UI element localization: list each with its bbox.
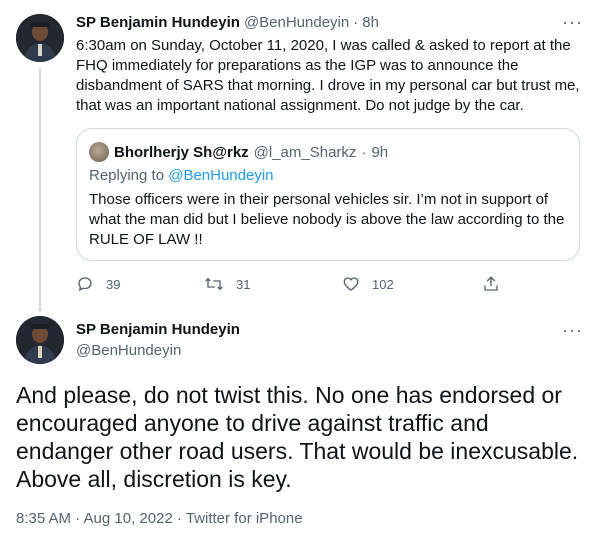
author-handle[interactable]: @BenHundeyin [76,342,181,359]
quote-author-handle: @l_am_Sharkz [253,143,357,161]
tweet-text: 6:30am on Sunday, October 11, 2020, I wa… [76,37,584,114]
avatar[interactable] [16,14,64,62]
quote-time: 9h [371,143,389,161]
tweet-timestamp[interactable]: 8:35 AM · Aug 10, 2022 · Twitter for iPh… [16,510,303,527]
tweet1-header: SP Benjamin Hundeyin @BenHundeyin · 8h [76,14,379,31]
avatar[interactable] [16,316,64,364]
tweet-time[interactable]: 8h [362,14,379,31]
author-handle[interactable]: @BenHundeyin [244,14,349,31]
quote-header: Bhorlherjy Sh@rkz @l_am_Sharkz · 9h [89,142,388,162]
more-icon[interactable]: ··· [562,320,583,341]
retweet-icon [205,277,223,291]
thread-connector-line [39,68,41,311]
share-icon [484,276,498,291]
like-count: 102 [372,276,394,292]
like-button[interactable]: 102 [342,275,394,293]
quote-avatar [89,142,109,162]
retweet-button[interactable]: 31 [204,275,250,293]
reply-icon [78,277,92,292]
separator-dot: · [353,14,359,31]
separator-dot: · [361,143,367,161]
author-name[interactable]: SP Benjamin Hundeyin [76,14,240,31]
replying-handle[interactable]: @BenHundeyin [168,167,273,184]
quote-text: Those officers were in their personal ve… [89,191,569,248]
share-button[interactable] [482,275,500,293]
quote-author-name: Bhorlherjy Sh@rkz [114,143,249,161]
reply-count: 39 [106,276,121,292]
main-tweet-text: And please, do not twist this. No one ha… [16,382,579,492]
author-name[interactable]: SP Benjamin Hundeyin [76,321,240,338]
quoted-tweet[interactable]: Bhorlherjy Sh@rkz @l_am_Sharkz · 9h Repl… [76,128,580,261]
reply-button[interactable]: 39 [76,275,120,293]
replying-to: Replying to @BenHundeyin [89,167,274,184]
avatar-image [16,316,64,364]
replying-prefix: Replying to [89,167,169,184]
like-icon [343,277,359,291]
retweet-count: 31 [236,276,251,292]
avatar-image [16,14,64,62]
more-icon[interactable]: ··· [562,12,583,33]
